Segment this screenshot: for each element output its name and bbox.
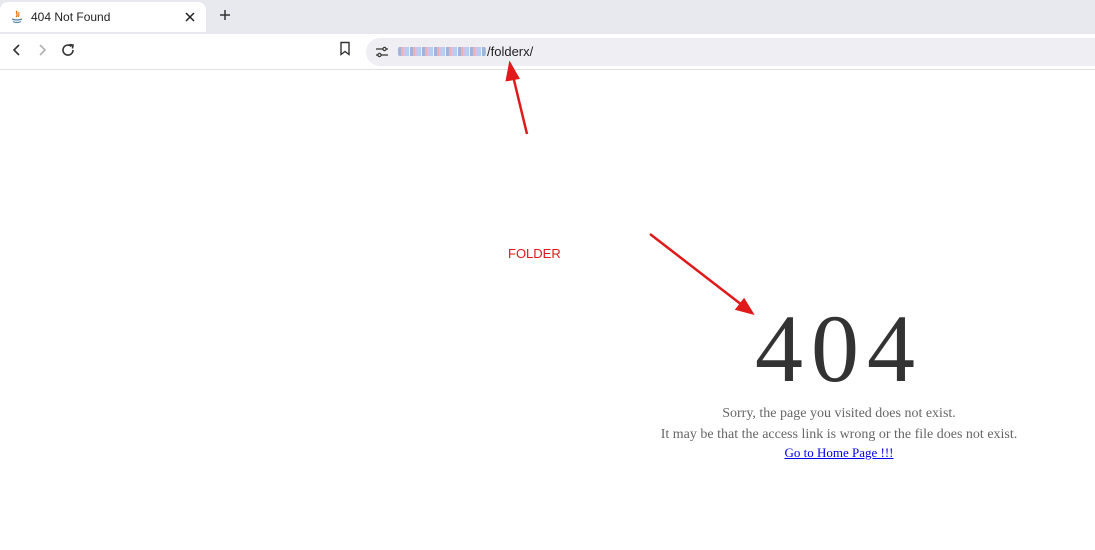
arrow-to-url xyxy=(505,60,529,135)
annotation-arrows xyxy=(505,60,755,316)
error-code: 404 xyxy=(755,295,923,402)
folder-annotation-label: FOLDER xyxy=(508,246,561,261)
error-message-line-1: Sorry, the page you visited does not exi… xyxy=(722,406,956,421)
home-link-wrapper: Go to Home Page !!! xyxy=(600,445,1078,461)
error-message-line-2: It may be that the access link is wrong … xyxy=(660,427,1018,442)
go-to-home-link[interactable]: Go to Home Page !!! xyxy=(784,445,893,460)
